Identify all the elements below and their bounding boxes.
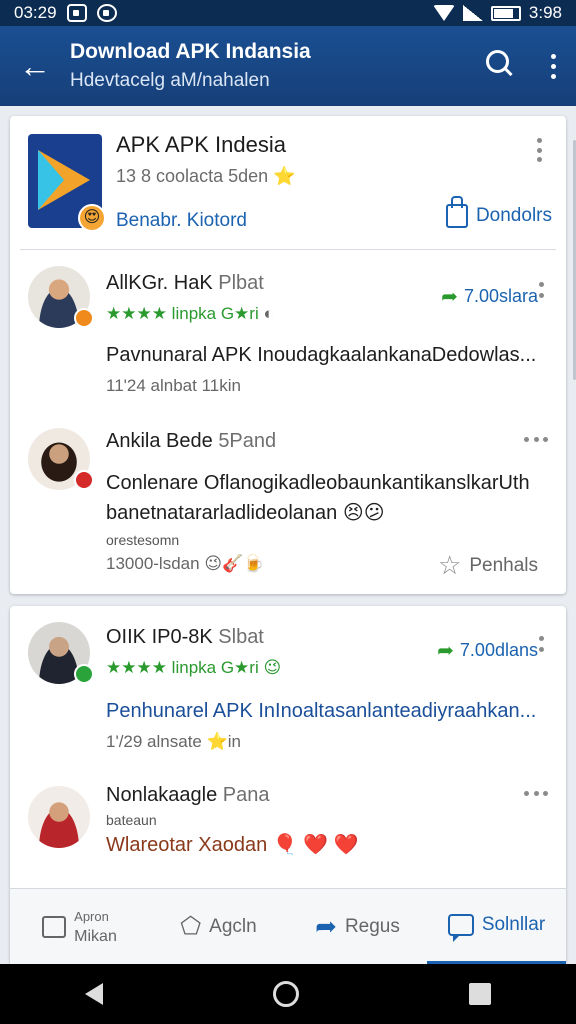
- post: Ankila Bede 5Pand Conlenare Oflanogikadl…: [20, 420, 556, 594]
- avatar[interactable]: [28, 786, 90, 848]
- search-icon[interactable]: [470, 26, 530, 106]
- comment-icon: [447, 914, 474, 942]
- rating: ★★★★ linpka G★ri ◐: [106, 304, 274, 323]
- share-count[interactable]: ➦ 7.00slara: [441, 284, 538, 309]
- user-name[interactable]: Nonlakaagle Pana: [106, 784, 269, 807]
- action-regus[interactable]: ➦ Regus: [288, 889, 427, 964]
- star-outline-icon: ☆: [438, 550, 462, 580]
- emoji-badge-icon: 😍: [78, 204, 106, 232]
- system-nav-bar: [0, 964, 576, 1024]
- share-icon: ➦: [315, 911, 337, 941]
- more-vertical-icon[interactable]: [536, 138, 542, 162]
- page-title: Download APK Indansia: [70, 40, 311, 63]
- more-vertical-icon[interactable]: [538, 636, 544, 652]
- post: OIIK IP0-8K Slbat ★★★★ linpka G★ri 😉 ➦ 7.…: [20, 606, 556, 774]
- badge-icon: [74, 470, 94, 490]
- world-icon: ◐: [263, 304, 274, 323]
- notification-icon: [66, 4, 87, 22]
- post-text: Conlenare Oflanogikadleobaunkantikanslka…: [106, 472, 530, 524]
- download-button[interactable]: Dondolrs: [445, 196, 552, 228]
- post-text: Wlareotar Xaodan 🎈 ❤️ ❤️: [106, 834, 359, 856]
- post: Nonlakaagle Pana bateaun Wlareotar Xaoda…: [20, 774, 556, 894]
- app-name[interactable]: APK APK Indesia: [116, 132, 286, 158]
- post-text: Pavnunaral APK InoudagkaalankanaDedowlas…: [106, 344, 537, 366]
- post: AllKGr. HaK Plbat ★★★★ linpka G★ri ◐ ➦ 7.…: [20, 250, 556, 420]
- feed-card: 😍 APK APK Indesia 13 8 coolacta 5den ⭐ B…: [10, 116, 566, 594]
- user-name[interactable]: AllKGr. HaK Plbat: [106, 272, 264, 295]
- action-bar: Apron Mikan ⬠ Agcln ➦ Regus Solnllar: [10, 888, 566, 964]
- more-vertical-icon[interactable]: [538, 282, 544, 298]
- badge-icon: [74, 308, 94, 328]
- app-bar: ← Download APK Indansia Hdevtacelg aM/na…: [0, 26, 576, 106]
- user-name[interactable]: Ankila Bede 5Pand: [106, 430, 276, 453]
- post-sub: orestesomn: [106, 532, 180, 548]
- share-count[interactable]: ➦ 7.00dlans: [437, 638, 538, 663]
- battery-icon: [490, 5, 521, 21]
- nav-back-icon[interactable]: [85, 983, 103, 1005]
- status-time: 03:29: [14, 3, 57, 22]
- favorite-button[interactable]: ☆ Penhals: [438, 550, 538, 581]
- more-horizontal-icon[interactable]: [524, 436, 548, 442]
- back-arrow-icon[interactable]: ←: [0, 26, 70, 106]
- nav-home-icon[interactable]: [273, 981, 299, 1007]
- overflow-menu-icon[interactable]: [530, 26, 576, 106]
- post-text[interactable]: Penhunarel APK InInoaltasanlanteadiyraah…: [106, 696, 536, 726]
- signal-icon: [462, 5, 483, 21]
- wifi-icon: [432, 5, 455, 21]
- share-arrow-icon: ➦: [437, 640, 454, 662]
- page-subtitle: Hdevtacelg aM/nahalen: [70, 70, 270, 91]
- nav-recents-icon[interactable]: [469, 983, 491, 1005]
- user-name[interactable]: OIIK IP0-8K Slbat: [106, 626, 264, 649]
- thumbs-up-icon: [42, 915, 67, 938]
- app-meta: 13 8 coolacta 5den ⭐: [116, 166, 296, 186]
- tag-icon: ⬠: [180, 913, 202, 940]
- post-meta: 13000-lsdan 😉🎸🍺: [106, 554, 265, 573]
- app-header: 😍 APK APK Indesia 13 8 coolacta 5den ⭐ B…: [20, 116, 556, 250]
- post-meta: 11'24 alnbat 11kin: [106, 376, 241, 395]
- post-sub: bateaun: [106, 812, 157, 828]
- verified-badge-icon: [74, 664, 94, 684]
- rating: ★★★★ linpka G★ri 😉: [106, 658, 282, 677]
- thumbs-up-icon: [445, 196, 468, 228]
- action-solnllar[interactable]: Solnllar: [427, 889, 566, 964]
- message-icon: [96, 4, 117, 22]
- status-bar: 03:29 3:98: [0, 0, 576, 26]
- action-agcln[interactable]: ⬠ Agcln: [149, 889, 288, 964]
- action-mikan[interactable]: Apron Mikan: [10, 889, 149, 964]
- battery-text: 3:98: [528, 3, 562, 22]
- more-horizontal-icon[interactable]: [524, 790, 548, 796]
- post-meta: 1'/29 alnsate ⭐in: [106, 732, 242, 751]
- star-icon: ⭐: [273, 166, 296, 186]
- share-arrow-icon: ➦: [441, 286, 458, 308]
- app-link[interactable]: Benabr. Kiotord: [116, 210, 247, 232]
